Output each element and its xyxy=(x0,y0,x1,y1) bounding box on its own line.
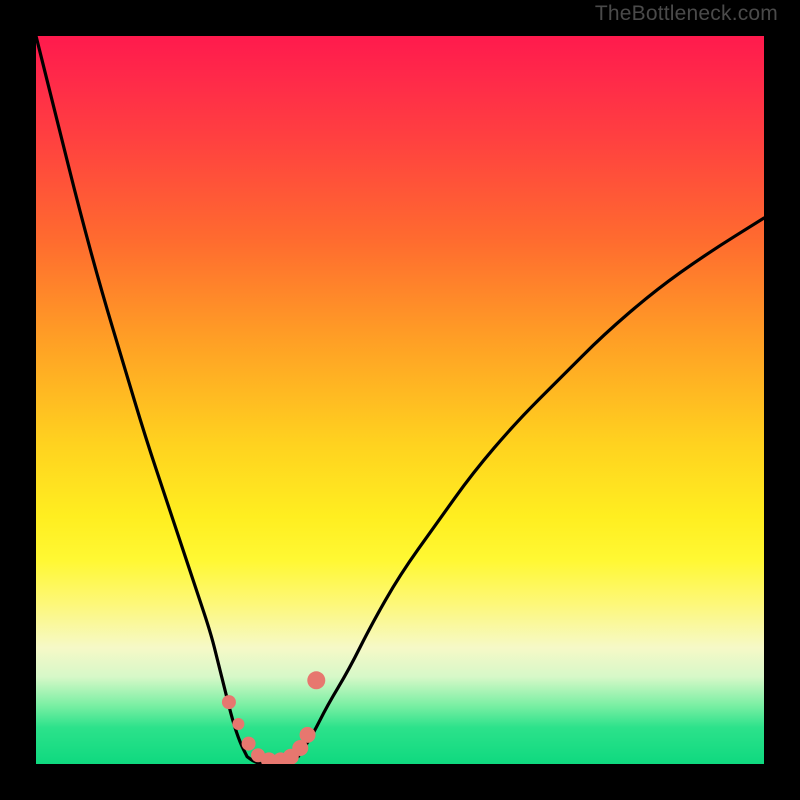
outer-frame: TheBottleneck.com xyxy=(0,0,800,800)
valley-dot xyxy=(307,671,325,689)
valley-dot xyxy=(300,727,316,743)
valley-dots-group xyxy=(222,671,325,764)
curve-line xyxy=(36,36,764,764)
valley-dot xyxy=(222,695,236,709)
watermark-text: TheBottleneck.com xyxy=(595,2,778,26)
valley-dot xyxy=(232,718,244,730)
valley-dot xyxy=(242,737,256,751)
plot-area xyxy=(36,36,764,764)
bottleneck-curve xyxy=(36,36,764,764)
